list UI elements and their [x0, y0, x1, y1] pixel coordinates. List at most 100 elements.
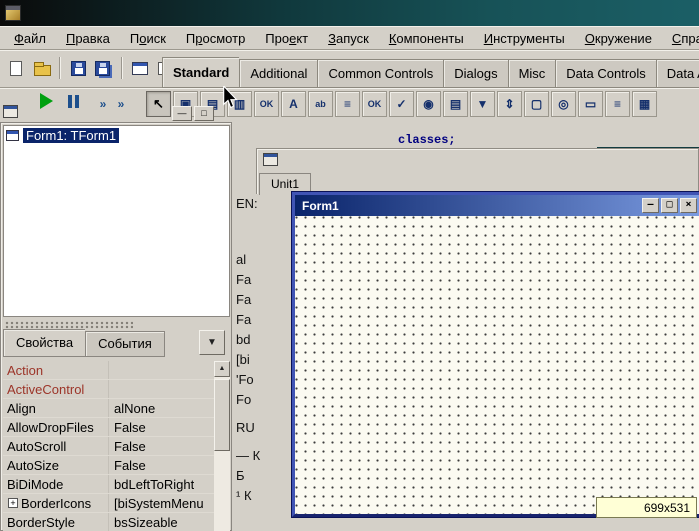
property-value[interactable]: False	[109, 420, 146, 435]
menu-item-run[interactable]: Запуск	[318, 29, 379, 48]
scrollbar-thumb[interactable]	[214, 379, 230, 451]
tab-events[interactable]: События	[85, 331, 165, 357]
text-fragment: Б	[236, 468, 245, 483]
property-row[interactable]: BorderStyle bsSizeable	[3, 513, 214, 531]
component-edit-button[interactable]: ab	[308, 91, 333, 117]
close-button[interactable]: ×	[680, 198, 697, 213]
property-value[interactable]: alNone	[109, 401, 155, 416]
property-row[interactable]: +BorderIcons [biSystemMenu	[3, 494, 214, 513]
splitter-handle[interactable]	[5, 321, 133, 329]
tab-properties[interactable]: Свойства	[3, 329, 85, 357]
step-over-button[interactable]: »	[112, 95, 130, 113]
tab-misc[interactable]: Misc	[508, 59, 556, 88]
component-checkbox-button[interactable]: ✓	[389, 91, 414, 117]
menu-item-environment[interactable]: Окружение	[575, 29, 662, 48]
menu-item-edit[interactable]: Правка	[56, 29, 120, 48]
component-panel-button[interactable]: ▭	[578, 91, 603, 117]
property-name: Action	[3, 361, 109, 379]
property-row[interactable]: AllowDropFiles False	[3, 418, 214, 437]
menu-item-help[interactable]: Справка	[662, 29, 699, 48]
step-into-button[interactable]: »	[94, 95, 112, 113]
form-design-surface[interactable]	[295, 216, 699, 514]
save-all-icon	[95, 61, 110, 76]
menu-item-tools[interactable]: Инструменты	[474, 29, 575, 48]
menu-item-view[interactable]: Просмотр	[176, 29, 255, 48]
code-editor-window: Unit1	[256, 148, 699, 194]
menu-item-search[interactable]: Поиск	[120, 29, 176, 48]
tree-item-form1[interactable]: Form1: TForm1	[4, 126, 229, 145]
property-row[interactable]: AutoScroll False	[3, 437, 214, 456]
text-fragment: Fa	[236, 272, 251, 287]
run-button[interactable]	[40, 93, 53, 109]
tab-common-controls[interactable]: Common Controls	[317, 59, 443, 88]
property-value[interactable]: [biSystemMenu	[109, 496, 204, 511]
size-tooltip: 699x531	[596, 497, 697, 518]
pause-button[interactable]	[68, 95, 79, 108]
component-bitbtn-button[interactable]: OK	[362, 91, 387, 117]
property-name: AllowDropFiles	[3, 418, 109, 436]
tab-additional[interactable]: Additional	[239, 59, 317, 88]
divider	[121, 57, 123, 79]
minimize-button[interactable]: —	[642, 198, 659, 213]
property-name: BorderStyle	[3, 513, 109, 531]
component-groupbox-button[interactable]: ▢	[524, 91, 549, 117]
open-button[interactable]	[30, 56, 54, 80]
property-row[interactable]: ActiveControl	[3, 380, 214, 399]
tab-dialogs[interactable]: Dialogs	[443, 59, 507, 88]
tab-dropdown-button[interactable]: ▼	[199, 330, 225, 355]
component-selector-arrow-button[interactable]: ↖	[146, 91, 171, 117]
title-bar	[0, 0, 699, 26]
menu-item-project[interactable]: Проект	[255, 29, 318, 48]
component-actionlist-button[interactable]: ≡	[605, 91, 630, 117]
tab-standard[interactable]: Standard	[162, 57, 239, 88]
new-unit-button[interactable]	[4, 56, 28, 80]
property-row[interactable]: BiDiMode bdLeftToRight	[3, 475, 214, 494]
save-icon	[71, 61, 86, 76]
component-listbox-button[interactable]: ▤	[443, 91, 468, 117]
form-icon	[6, 130, 19, 141]
inspector-minimize-button[interactable]: —	[172, 106, 192, 121]
step-into-icon: »	[100, 97, 107, 111]
property-name-text: BorderIcons	[21, 496, 91, 511]
property-row[interactable]: Action	[3, 361, 214, 380]
inspector-tabs: Свойства События	[3, 329, 165, 357]
text-fragment: Fa	[236, 312, 251, 327]
form-title-bar[interactable]: Form1 — □ ×	[295, 195, 699, 216]
save-button[interactable]	[66, 56, 90, 80]
component-scrollbar-button[interactable]: ⇕	[497, 91, 522, 117]
property-name: AutoScroll	[3, 437, 109, 455]
new-form-button[interactable]	[128, 56, 152, 80]
property-row[interactable]: AutoSize False	[3, 456, 214, 475]
property-value[interactable]: False	[109, 458, 146, 473]
inspector-scrollbar[interactable]: ▲	[214, 361, 230, 531]
menu-bar: Файл Правка Поиск Просмотр Проект Запуск…	[0, 26, 699, 50]
divider	[59, 57, 61, 79]
component-label-button[interactable]: A	[281, 91, 306, 117]
expand-toggle[interactable]: +	[8, 498, 18, 508]
component-radiogroup-button[interactable]: ◎	[551, 91, 576, 117]
property-name: BiDiMode	[3, 475, 109, 493]
component-button-button[interactable]: OK	[254, 91, 279, 117]
scroll-up-button[interactable]: ▲	[214, 361, 230, 377]
maximize-button[interactable]: □	[661, 198, 678, 213]
property-name: ActiveControl	[3, 380, 109, 398]
inspector-restore-button[interactable]: □	[194, 106, 214, 121]
component-tree: Form1: TForm1	[3, 125, 230, 317]
save-all-button[interactable]	[92, 56, 116, 80]
menu-item-file[interactable]: Файл	[4, 29, 56, 48]
tab-data-access[interactable]: Data Access	[656, 59, 699, 88]
component-radiobutton-button[interactable]: ◉	[416, 91, 441, 117]
property-value[interactable]: False	[109, 439, 146, 454]
component-memo-button[interactable]: ≡	[335, 91, 360, 117]
property-value[interactable]: bsSizeable	[109, 515, 178, 530]
text-fragment: — К	[236, 448, 260, 463]
menu-item-components[interactable]: Компоненты	[379, 29, 474, 48]
component-combobox-button[interactable]: ▼	[470, 91, 495, 117]
form-title: Form1	[302, 199, 339, 213]
property-grid: Action ActiveControl Align alNone AllowD…	[3, 361, 214, 531]
property-row[interactable]: Align alNone	[3, 399, 214, 418]
run-icon	[40, 93, 53, 109]
property-value[interactable]: bdLeftToRight	[109, 477, 194, 492]
tab-data-controls[interactable]: Data Controls	[555, 59, 655, 88]
component-stringgrid-button[interactable]: ▦	[632, 91, 657, 117]
